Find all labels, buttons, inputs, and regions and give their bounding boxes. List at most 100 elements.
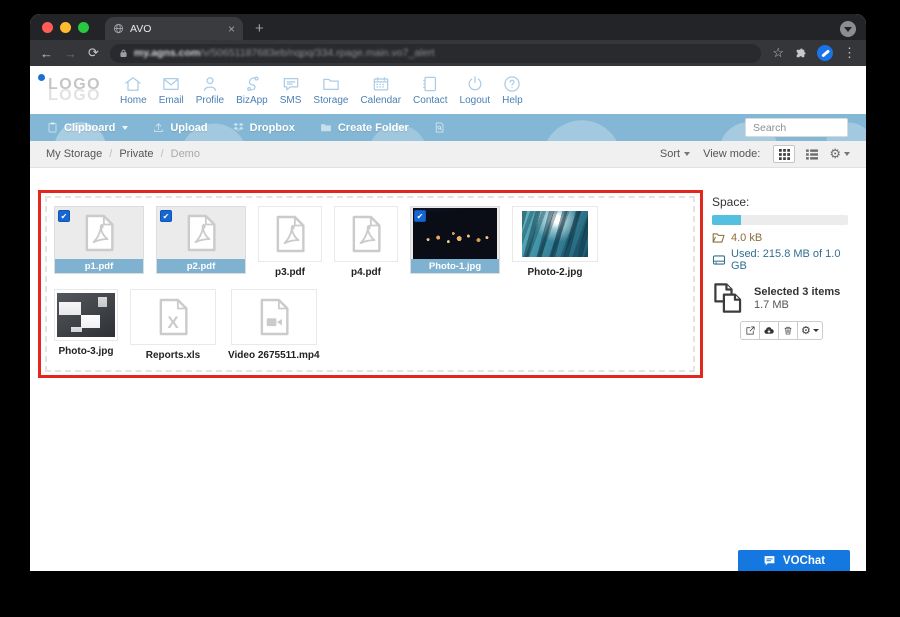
lock-icon (119, 48, 128, 59)
breadcrumb-demo: Demo (171, 148, 200, 160)
upload-button[interactable]: Upload (152, 121, 207, 134)
back-button[interactable]: ← (40, 46, 53, 61)
tab-close-icon[interactable]: × (228, 22, 235, 36)
file-row: Photo-3.jpg X Reports.xls Video 2675511.… (54, 289, 686, 361)
nav-item-home[interactable]: Home (120, 74, 147, 106)
nav-label: Storage (313, 95, 348, 106)
dropbox-button[interactable]: Dropbox (232, 121, 295, 134)
trash-size-value: 4.0 kB (731, 232, 762, 244)
grid-view-button[interactable] (773, 145, 795, 163)
file-tile-photo3[interactable]: Photo-3.jpg (54, 289, 118, 357)
settings-button[interactable]: ⚙ (797, 321, 823, 340)
nav-item-logout[interactable]: Logout (460, 74, 491, 106)
new-tab-button[interactable]: + (255, 17, 264, 40)
pdf-file-icon (82, 212, 116, 254)
file-tile-video[interactable]: Video 2675511.mp4 (228, 289, 320, 361)
stacked-pages-icon (712, 281, 746, 315)
minimize-window-button[interactable] (60, 22, 71, 33)
file-thumbnail-box (258, 206, 322, 262)
delete-button[interactable] (778, 321, 798, 340)
reload-button[interactable]: ⟳ (88, 45, 99, 61)
file-grid-dropzone[interactable]: ✔ p1.pdf ✔ p2.pdf (45, 196, 695, 372)
nav-item-profile[interactable]: Profile (196, 74, 224, 106)
breadcrumb-my-storage[interactable]: My Storage (46, 148, 102, 160)
file-name: Photo-3.jpg (59, 346, 114, 357)
tab-search-button[interactable] (840, 21, 856, 37)
forward-button[interactable]: → (64, 46, 77, 61)
checkbox-checked-icon[interactable]: ✔ (58, 210, 70, 222)
bizapp-icon (242, 74, 262, 94)
file-tile-p3[interactable]: p3.pdf (258, 206, 322, 278)
app-header: LOGO LOGO Home Email Profile Bi (30, 66, 866, 114)
upload-icon (152, 121, 165, 134)
sort-label: Sort (660, 148, 680, 160)
clipboard-button[interactable]: Clipboard (46, 121, 128, 134)
breadcrumb-private[interactable]: Private (119, 148, 153, 160)
nav-item-storage[interactable]: Storage (313, 74, 348, 106)
open-folder-icon (712, 232, 726, 244)
dropbox-label: Dropbox (250, 122, 295, 134)
url-text: my.agns.com/v/50651187683eb/nqpq/334.rpa… (134, 47, 435, 59)
nav-item-contact[interactable]: Contact (413, 74, 447, 106)
spreadsheet-file-icon: X (156, 296, 190, 338)
nav-item-bizapp[interactable]: BizApp (236, 74, 268, 106)
browser-tab[interactable]: AVO × (105, 17, 243, 40)
bookmark-star-icon[interactable]: ☆ (772, 45, 784, 61)
nav-label: SMS (280, 95, 302, 106)
search-input[interactable] (745, 118, 848, 137)
nav-item-sms[interactable]: SMS (280, 74, 302, 106)
file-name: Photo-2.jpg (528, 267, 583, 278)
nav-label: Contact (413, 95, 447, 106)
grid-view-icon (779, 149, 790, 160)
browser-toolbar: ← → ⟳ my.agns.com/v/50651187683eb/nqpq/3… (30, 40, 866, 66)
selection-texts: Selected 3 items 1.7 MB (754, 286, 840, 311)
open-share-button[interactable] (740, 321, 760, 340)
profile-avatar[interactable] (817, 45, 833, 61)
tab-title: AVO (130, 23, 222, 35)
nav-item-help[interactable]: Help (502, 74, 523, 106)
sort-button[interactable]: Sort (660, 148, 690, 160)
close-window-button[interactable] (42, 22, 53, 33)
selected-items-count: Selected 3 items (754, 286, 840, 298)
file-search-button[interactable] (433, 121, 446, 134)
file-tile-reports[interactable]: X Reports.xls (130, 289, 216, 361)
file-thumbnail-box: ✔ Photo-1.jpg (410, 206, 500, 274)
file-thumbnail-box: ✔ p2.pdf (156, 206, 246, 274)
browser-menu-icon[interactable]: ⋮ (843, 45, 856, 61)
sms-icon (281, 74, 301, 94)
file-thumbnail-box: X (130, 289, 216, 345)
settings-dropdown-button[interactable]: ⚙ (829, 146, 850, 162)
file-tile-photo2[interactable]: Photo-2.jpg (512, 206, 598, 278)
breadcrumb-separator: / (109, 148, 112, 160)
calendar-icon (371, 74, 391, 94)
file-tile-photo1[interactable]: ✔ Photo-1.jpg (410, 206, 500, 274)
svg-text:X: X (167, 313, 179, 332)
download-button[interactable] (759, 321, 779, 340)
globe-favicon-icon (113, 23, 124, 34)
file-tile-p2[interactable]: ✔ p2.pdf (156, 206, 246, 274)
list-view-button[interactable] (801, 145, 823, 163)
nav-item-email[interactable]: Email (159, 74, 184, 106)
checkbox-checked-icon[interactable]: ✔ (414, 210, 426, 222)
file-tile-p1[interactable]: ✔ p1.pdf (54, 206, 144, 274)
create-folder-button[interactable]: Create Folder (319, 121, 409, 134)
nav-item-calendar[interactable]: Calendar (360, 74, 401, 106)
url-path: /v/50651187683eb/nqpq/334.rpage.main.vo7… (200, 47, 435, 59)
file-thumbnail-box (231, 289, 317, 345)
list-view-icon (806, 149, 818, 160)
export-icon (745, 325, 756, 336)
file-name: p1.pdf (55, 259, 143, 273)
contact-book-icon (420, 74, 440, 94)
nav-label: Logout (460, 95, 491, 106)
fullscreen-window-button[interactable] (78, 22, 89, 33)
file-name: Photo-1.jpg (411, 259, 499, 273)
address-bar[interactable]: my.agns.com/v/50651187683eb/nqpq/334.rpa… (110, 44, 761, 63)
checkbox-checked-icon[interactable]: ✔ (160, 210, 172, 222)
file-tile-p4[interactable]: p4.pdf (334, 206, 398, 278)
app-logo[interactable]: LOGO LOGO (30, 79, 120, 101)
extensions-puzzle-icon[interactable] (794, 47, 807, 60)
gear-icon: ⚙ (829, 146, 841, 162)
file-name: Video 2675511.mp4 (228, 350, 320, 361)
vochat-button[interactable]: VOChat (738, 550, 850, 571)
browser-action-icons: ☆ ⋮ (772, 45, 856, 61)
